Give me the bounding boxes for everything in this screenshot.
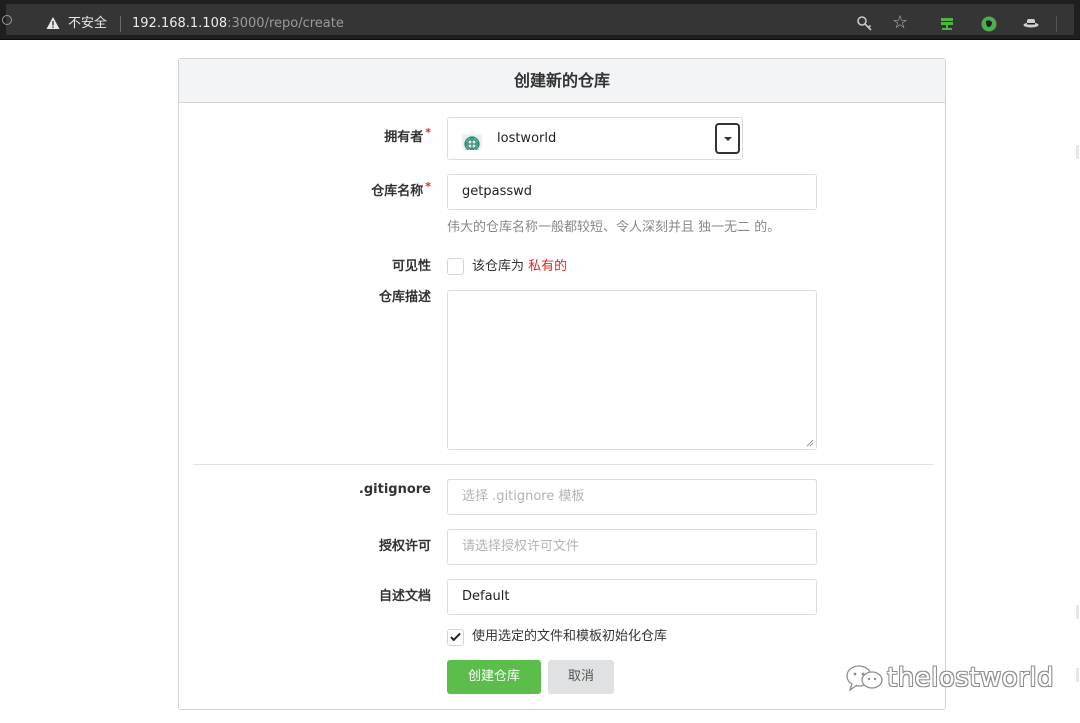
wechat-logo-icon bbox=[845, 664, 885, 692]
readme-select[interactable]: Default bbox=[447, 579, 817, 615]
private-checkbox[interactable] bbox=[447, 258, 464, 275]
page-edge-mark bbox=[1076, 605, 1079, 619]
security-status-label[interactable]: 不安全 bbox=[68, 16, 107, 32]
required-asterisk: * bbox=[425, 180, 431, 193]
license-select[interactable]: 请选择授权许可文件 bbox=[447, 529, 817, 565]
repo-name-input[interactable]: getpasswd bbox=[447, 174, 817, 210]
visibility-label: 可见性 bbox=[231, 258, 431, 276]
create-repo-button[interactable]: 创建仓库 bbox=[447, 660, 541, 694]
warning-icon[interactable] bbox=[46, 16, 60, 30]
checkmark-icon bbox=[450, 631, 461, 642]
watermark-text: thelostworld bbox=[887, 660, 1054, 696]
page-edge-mark bbox=[1076, 668, 1079, 682]
description-label: 仓库描述 bbox=[231, 289, 431, 307]
readme-label: 自述文档 bbox=[231, 588, 431, 606]
url-text[interactable]: 192.168.1.108:3000/repo/create bbox=[132, 16, 344, 32]
server-extension-icon[interactable] bbox=[940, 17, 954, 31]
url-host: 192.168.1.108 bbox=[132, 16, 227, 31]
repo-name-help-text: 伟大的仓库名称一般都较短、令人深刻并且 独一无二 的。 bbox=[447, 219, 780, 237]
owner-name: lostworld bbox=[497, 118, 556, 159]
page-edge-mark bbox=[1076, 145, 1079, 159]
private-highlight: 私有的 bbox=[528, 259, 567, 274]
description-textarea[interactable] bbox=[447, 290, 817, 450]
auto-init-checkbox[interactable] bbox=[447, 629, 464, 646]
repo-name-label: 仓库名称* bbox=[231, 183, 431, 201]
private-checkbox-label[interactable]: 该仓库为 私有的 bbox=[472, 258, 567, 276]
evernote-extension-icon[interactable] bbox=[981, 16, 997, 32]
bookmark-star-icon[interactable]: ☆ bbox=[892, 12, 908, 34]
license-label: 授权许可 bbox=[231, 538, 431, 556]
gitignore-select[interactable]: 选择 .gitignore 模板 bbox=[447, 479, 817, 515]
caret-down-icon bbox=[724, 137, 732, 141]
cancel-button[interactable]: 取消 bbox=[548, 660, 614, 694]
resize-handle-icon[interactable] bbox=[806, 439, 814, 447]
url-divider bbox=[120, 16, 121, 32]
gitignore-label: .gitignore bbox=[231, 481, 431, 499]
form-title: 创建新的仓库 bbox=[179, 59, 945, 103]
dropdown-toggle[interactable] bbox=[715, 123, 740, 154]
url-path: :3000/repo/create bbox=[227, 16, 344, 31]
browser-toolbar: 不安全 192.168.1.108:3000/repo/create ☆ bbox=[0, 0, 1080, 40]
required-asterisk: * bbox=[425, 126, 431, 139]
create-repo-form: 创建新的仓库 拥有者* lostworld 仓库名称* getpasswd 伟大… bbox=[178, 58, 946, 710]
owner-avatar bbox=[462, 130, 482, 150]
auto-init-label[interactable]: 使用选定的文件和模板初始化仓库 bbox=[472, 628, 667, 646]
section-divider bbox=[193, 464, 933, 465]
owner-dropdown[interactable]: lostworld bbox=[447, 117, 743, 160]
key-icon[interactable] bbox=[856, 15, 874, 33]
toolbar-divider bbox=[1056, 16, 1057, 32]
info-icon[interactable] bbox=[2, 15, 12, 25]
address-bar[interactable]: 不安全 192.168.1.108:3000/repo/create ☆ bbox=[6, 4, 1074, 35]
owner-label: 拥有者* bbox=[231, 129, 431, 147]
spy-hat-extension-icon[interactable] bbox=[1023, 18, 1039, 28]
